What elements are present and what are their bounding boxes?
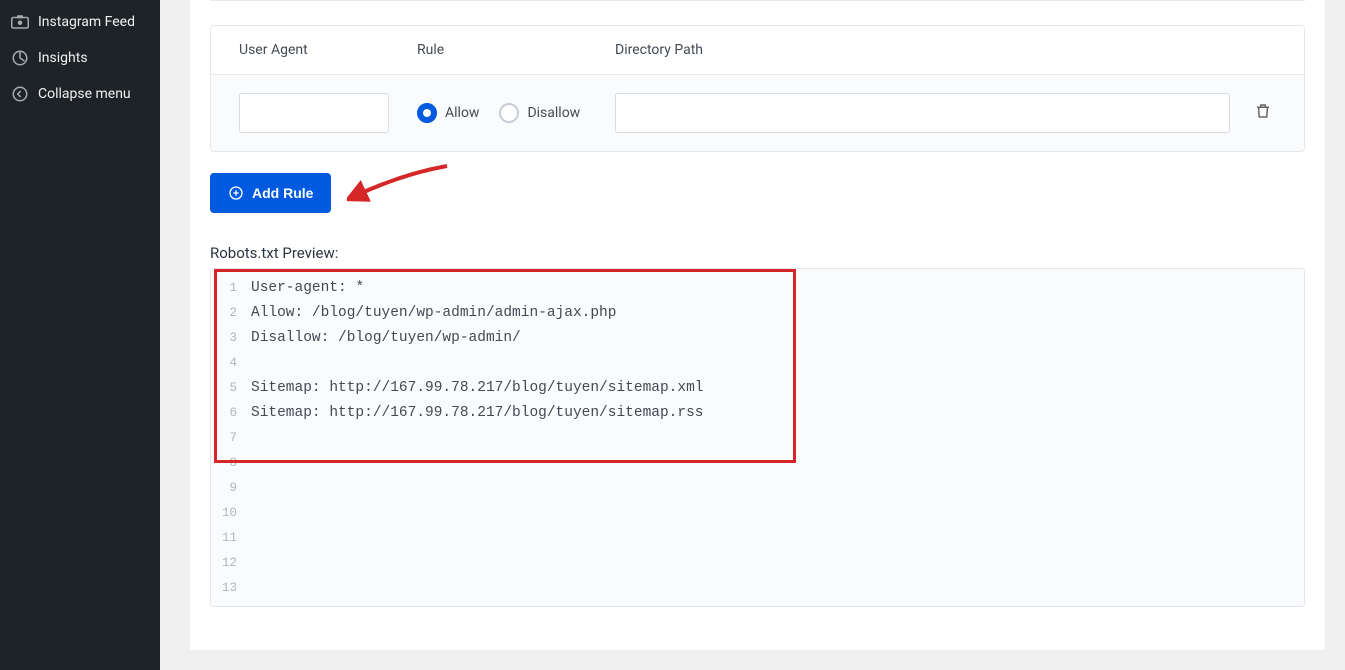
plus-circle-icon xyxy=(228,185,244,201)
robots-preview-box: 1User-agent: *2Allow: /blog/tuyen/wp-adm… xyxy=(210,268,1305,607)
code-line: 13 xyxy=(211,575,1304,600)
code-line: 9 xyxy=(211,475,1304,500)
code-line: 1User-agent: * xyxy=(211,275,1304,300)
rule-table: User Agent Rule Directory Path Allow xyxy=(210,25,1305,152)
line-number: 12 xyxy=(211,556,251,570)
radio-disallow[interactable] xyxy=(499,103,519,123)
code-line: 2Allow: /blog/tuyen/wp-admin/admin-ajax.… xyxy=(211,300,1304,325)
line-number: 1 xyxy=(211,281,251,295)
sidebar-item-collapse-menu[interactable]: Collapse menu xyxy=(0,76,160,112)
code-line: 11 xyxy=(211,525,1304,550)
code-text[interactable]: Sitemap: http://167.99.78.217/blog/tuyen… xyxy=(251,380,1304,396)
code-line: 8 xyxy=(211,450,1304,475)
sidebar-item-instagram-feed[interactable]: Instagram Feed xyxy=(0,4,160,40)
disallow-label: Disallow xyxy=(527,105,580,121)
directory-path-input[interactable] xyxy=(615,93,1230,133)
code-text[interactable]: User-agent: * xyxy=(251,280,1304,296)
code-line: 12 xyxy=(211,550,1304,575)
line-number: 4 xyxy=(211,356,251,370)
annotation-arrow-icon xyxy=(347,164,457,206)
divider xyxy=(210,0,1305,1)
code-line: 3Disallow: /blog/tuyen/wp-admin/ xyxy=(211,325,1304,350)
sidebar-item-insights[interactable]: Insights xyxy=(0,40,160,76)
code-line: 6Sitemap: http://167.99.78.217/blog/tuye… xyxy=(211,400,1304,425)
line-number: 2 xyxy=(211,306,251,320)
admin-sidebar: Instagram Feed Insights Collapse menu xyxy=(0,0,160,670)
add-rule-button[interactable]: Add Rule xyxy=(210,173,331,213)
trash-icon[interactable] xyxy=(1254,101,1272,125)
line-number: 13 xyxy=(211,581,251,595)
line-number: 10 xyxy=(211,506,251,520)
code-line: 7 xyxy=(211,425,1304,450)
sidebar-item-label: Insights xyxy=(38,50,150,66)
sidebar-item-label: Instagram Feed xyxy=(38,14,150,30)
allow-radio-wrap[interactable]: Allow xyxy=(417,103,479,123)
allow-label: Allow xyxy=(445,105,479,121)
code-line: 10 xyxy=(211,500,1304,525)
code-text[interactable]: Sitemap: http://167.99.78.217/blog/tuyen… xyxy=(251,405,1304,421)
add-rule-row: Add Rule xyxy=(210,172,1305,214)
main-panel: User Agent Rule Directory Path Allow xyxy=(190,0,1325,650)
sidebar-item-label: Collapse menu xyxy=(38,86,150,102)
line-number: 3 xyxy=(211,331,251,345)
camera-icon xyxy=(10,12,30,32)
header-rule: Rule xyxy=(417,42,615,58)
chevron-left-circle-icon xyxy=(10,84,30,104)
line-number: 8 xyxy=(211,456,251,470)
line-number: 7 xyxy=(211,431,251,445)
code-line: 5Sitemap: http://167.99.78.217/blog/tuye… xyxy=(211,375,1304,400)
disallow-radio-wrap[interactable]: Disallow xyxy=(499,103,580,123)
code-text[interactable]: Allow: /blog/tuyen/wp-admin/admin-ajax.p… xyxy=(251,305,1304,321)
rule-table-row: Allow Disallow xyxy=(211,75,1304,151)
line-number: 11 xyxy=(211,531,251,545)
robots-preview-label: Robots.txt Preview: xyxy=(210,244,1305,262)
line-number: 6 xyxy=(211,406,251,420)
add-rule-label: Add Rule xyxy=(252,185,313,201)
code-text[interactable]: Disallow: /blog/tuyen/wp-admin/ xyxy=(251,330,1304,346)
radio-allow[interactable] xyxy=(417,103,437,123)
line-number: 5 xyxy=(211,381,251,395)
user-agent-input[interactable] xyxy=(239,93,389,133)
header-user-agent: User Agent xyxy=(239,42,417,58)
code-line: 4 xyxy=(211,350,1304,375)
line-number: 9 xyxy=(211,481,251,495)
header-directory-path: Directory Path xyxy=(615,42,1276,58)
rule-table-header: User Agent Rule Directory Path xyxy=(211,26,1304,75)
chart-icon xyxy=(10,48,30,68)
content-area: User Agent Rule Directory Path Allow xyxy=(160,0,1345,670)
